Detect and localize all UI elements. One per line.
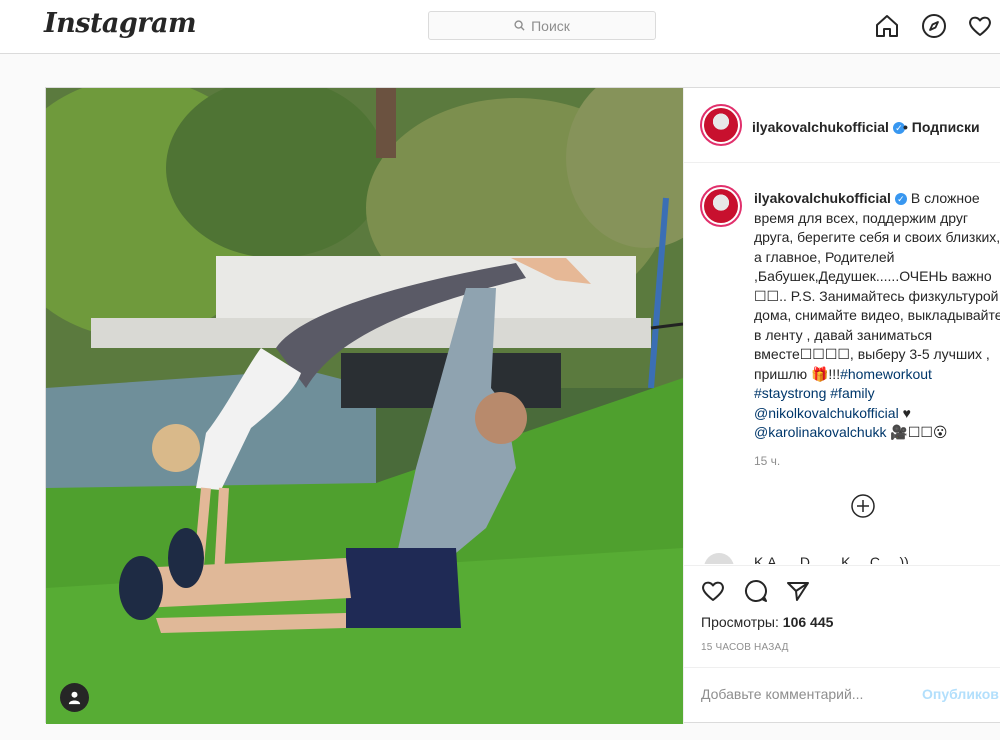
post-timestamp[interactable]: 15 ЧАСОВ НАЗАД <box>701 642 789 653</box>
separator-dot: • <box>903 119 908 135</box>
instagram-logo[interactable]: Instagram <box>44 8 197 39</box>
mention-nikol[interactable]: @nikolkovalchukofficial <box>754 405 899 421</box>
mention-karolina[interactable]: @karolinakovalchukk <box>754 424 887 440</box>
load-more-comments-button[interactable] <box>850 493 876 519</box>
hashtag-family[interactable]: #family <box>830 385 874 401</box>
caption-emoji: 🎥☐☐😮 <box>886 424 948 440</box>
post-actions-section: Просмотры: 106 445 15 ЧАСОВ НАЗАД Добавь… <box>684 565 1000 724</box>
post-container: ilyakovalchukofficial ✓ • Подписки ilyako… <box>45 87 1000 724</box>
add-comment-bar: Добавьте комментарий... Опубликов <box>684 667 1000 725</box>
search-placeholder: Поиск <box>531 17 570 34</box>
publish-button[interactable]: Опубликов <box>922 686 999 702</box>
like-heart-icon[interactable] <box>700 578 726 604</box>
search-icon <box>514 20 525 31</box>
activity-heart-icon[interactable] <box>967 13 993 39</box>
caption-timestamp[interactable]: 15 ч. <box>754 454 780 468</box>
author-username[interactable]: ilyakovalchukofficial ✓ <box>752 119 905 135</box>
search-input[interactable]: Поиск <box>428 11 656 40</box>
top-navigation-bar: Instagram Поиск <box>0 0 1000 54</box>
following-button[interactable]: • Подписки <box>903 119 980 135</box>
home-icon[interactable] <box>874 13 900 39</box>
share-paper-plane-icon[interactable] <box>785 578 811 604</box>
views-count: Просмотры: 106 445 <box>701 614 833 630</box>
explore-compass-icon[interactable] <box>921 13 947 39</box>
next-comment-partial: K.A. ... D... ... K ... C ... )) <box>704 550 1000 564</box>
hashtag-staystrong[interactable]: #staystrong <box>754 385 826 401</box>
caption-text: В сложное время для всех, поддержим друг… <box>754 190 1000 382</box>
author-username-text: ilyakovalchukofficial <box>752 119 889 135</box>
post-header: ilyakovalchukofficial ✓ • Подписки <box>684 88 1000 163</box>
video-frame <box>46 88 683 724</box>
comment-bubble-icon[interactable] <box>743 578 769 604</box>
comment-text: K.A. ... D... ... K ... C ... )) <box>754 554 909 564</box>
views-number: 106 445 <box>782 614 834 630</box>
tagged-users-button[interactable] <box>60 683 89 712</box>
post-sidebar: ilyakovalchukofficial ✓ • Подписки ilyako… <box>683 88 1000 724</box>
caption-heart: ♥ <box>898 404 911 421</box>
post-caption: ilyakovalchukofficial ✓ В сложное время д… <box>754 189 1000 443</box>
post-video[interactable] <box>46 88 683 724</box>
hashtag-homeworkout[interactable]: #homeworkout <box>840 366 932 382</box>
following-label: Подписки <box>911 119 980 135</box>
plus-circle-icon <box>851 494 875 518</box>
caption-author-username[interactable]: ilyakovalchukofficial <box>754 190 891 206</box>
views-label: Просмотры: <box>701 614 779 630</box>
user-icon <box>68 691 81 705</box>
commenter-avatar[interactable] <box>704 553 734 564</box>
caption-author-avatar[interactable] <box>700 185 742 227</box>
author-avatar[interactable] <box>700 104 742 146</box>
caption-verified-badge-icon: ✓ <box>894 193 907 205</box>
comment-input[interactable]: Добавьте комментарий... <box>701 686 863 702</box>
